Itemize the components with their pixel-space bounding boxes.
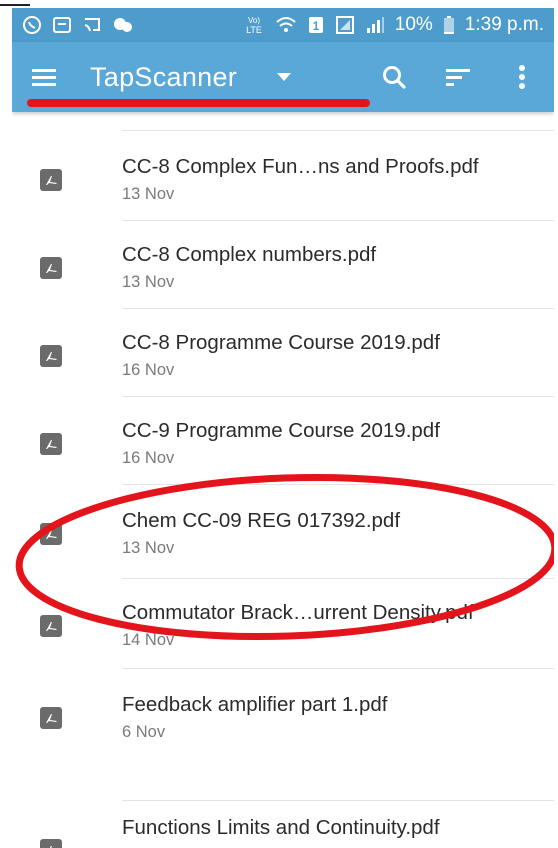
file-name: Feedback amplifier part 1.pdf (122, 693, 388, 716)
pdf-icon (40, 839, 62, 848)
file-name: Commutator Brack…urrent Density.pdf (122, 601, 474, 624)
sort-icon (446, 69, 470, 86)
pdf-icon (40, 345, 62, 367)
file-date: 13 Nov (122, 539, 175, 557)
screenshot-border-right (554, 0, 558, 848)
file-date: 14 Nov (122, 631, 175, 649)
screenshot-border-mark (0, 4, 30, 6)
app-title: TapScanner (90, 61, 238, 92)
dropdown-icon (277, 72, 292, 82)
file-name: Functions Limits and Continuity.pdf (122, 816, 440, 839)
file-row[interactable]: CC-8 Complex Fun…ns and Proofs.pdf 13 No… (12, 132, 554, 220)
file-row[interactable]: Feedback amplifier part 1.pdf 6 Nov (12, 670, 554, 758)
file-date: 6 Nov (122, 723, 166, 741)
screenshot-border-left (0, 0, 12, 848)
list-divider (122, 130, 554, 131)
clock: 1:39 p.m. (464, 14, 544, 35)
pdf-icon (40, 707, 62, 729)
file-name: CC-8 Complex Fun…ns and Proofs.pdf (122, 155, 479, 178)
sort-button[interactable] (426, 42, 490, 112)
status-bar: Vo) LTE 1 10% 1:39 p.m. (12, 8, 554, 42)
whatsapp-icon (22, 15, 42, 35)
file-row[interactable]: CC-8 Complex numbers.pdf 13 Nov (12, 220, 554, 308)
signal-alt-icon (335, 15, 355, 35)
file-row[interactable]: CC-9 Programme Course 2019.pdf 16 Nov (12, 396, 554, 484)
svg-text:1: 1 (312, 19, 319, 33)
file-date: 16 Nov (122, 361, 175, 379)
chat-bubbles-icon (112, 15, 134, 35)
screenshot-border-top (0, 0, 558, 8)
wifi-icon (275, 15, 297, 35)
more-vert-icon (519, 65, 525, 89)
volte-icon: Vo) LTE (243, 14, 265, 36)
search-button[interactable] (362, 42, 426, 112)
battery-percent: 10% (394, 14, 433, 35)
svg-text:Vo): Vo) (248, 16, 260, 25)
annotation-underline (27, 99, 370, 107)
more-options-button[interactable] (490, 42, 554, 112)
file-list[interactable]: CC-8 Complex Fun…ns and Proofs.pdf 13 No… (12, 112, 554, 848)
svg-text:LTE: LTE (246, 25, 262, 35)
sim-icon: 1 (307, 15, 325, 35)
list-divider (122, 484, 554, 485)
file-name: CC-8 Programme Course 2019.pdf (122, 331, 440, 354)
search-icon (383, 66, 406, 89)
pdf-icon (40, 169, 62, 191)
pdf-icon (40, 523, 62, 545)
file-row[interactable]: Chem CC-09 REG 017392.pdf 13 Nov (12, 486, 554, 574)
file-date: 13 Nov (122, 185, 175, 203)
signal-icon (365, 15, 385, 35)
list-divider (122, 800, 554, 801)
battery-icon (443, 15, 455, 35)
file-date: 16 Nov (122, 449, 175, 467)
cast-icon (82, 15, 102, 35)
list-divider (122, 668, 554, 669)
file-date: 13 Nov (122, 273, 175, 291)
file-row[interactable]: CC-8 Programme Course 2019.pdf 16 Nov (12, 308, 554, 396)
file-row[interactable]: Commutator Brack…urrent Density.pdf 14 N… (12, 578, 554, 666)
file-name: Chem CC-09 REG 017392.pdf (122, 509, 401, 532)
menu-icon (32, 69, 56, 86)
file-name: CC-9 Programme Course 2019.pdf (122, 419, 440, 442)
pdf-icon (40, 615, 62, 637)
file-row[interactable]: Functions Limits and Continuity.pdf (12, 802, 554, 848)
pdf-icon (40, 257, 62, 279)
file-name: CC-8 Complex numbers.pdf (122, 243, 377, 266)
gallery-icon (52, 15, 72, 35)
pdf-icon (40, 433, 62, 455)
